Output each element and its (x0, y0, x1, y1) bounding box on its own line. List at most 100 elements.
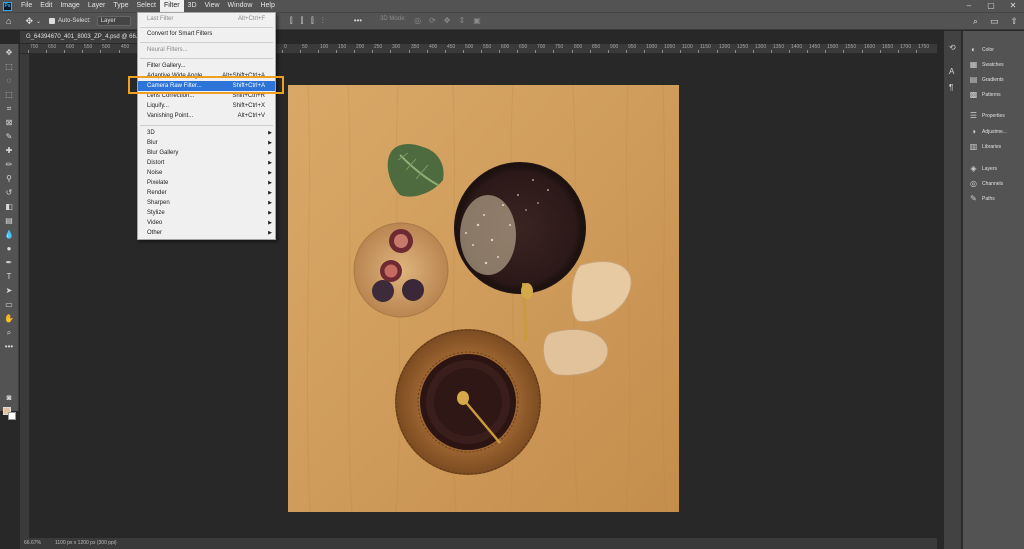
menu-item-label: Blur Gallery (147, 150, 179, 156)
minimize-icon[interactable]: – (958, 0, 980, 12)
menu-item-distort[interactable]: Distort ▶ (138, 158, 275, 168)
menu-select[interactable]: Select (133, 0, 160, 12)
menu-item-liquify[interactable]: Liquify... Shift+Ctrl+X (138, 101, 275, 111)
menu-item-blur[interactable]: Blur ▶ (138, 138, 275, 148)
menu-item-render[interactable]: Render ▶ (138, 188, 275, 198)
crop-tool-icon[interactable]: ⌗ (2, 103, 16, 114)
lasso-tool-icon[interactable]: ◌ (2, 75, 16, 86)
gradient-tool-icon[interactable]: ▤ (2, 215, 16, 226)
menu-item-stylize[interactable]: Stylize ▶ (138, 208, 275, 218)
menu-item-3d[interactable]: 3D ▶ (138, 128, 275, 138)
frame-tool-icon[interactable]: ⊠ (2, 117, 16, 128)
menu-item-pixelate[interactable]: Pixelate ▶ (138, 178, 275, 188)
wicker-charger-with-bowl (395, 329, 541, 475)
menu-file[interactable]: File (17, 0, 36, 12)
ruler-tick-label: 500 (102, 44, 111, 50)
menu-window[interactable]: Window (224, 0, 257, 12)
panel-layers[interactable]: ◈ Layers (969, 164, 997, 173)
ruler-tick-label: 900 (610, 44, 619, 50)
document-canvas[interactable] (288, 85, 679, 512)
zoom-level[interactable]: 66.67% (24, 538, 41, 549)
rectangle-tool-icon[interactable]: ▭ (2, 299, 16, 310)
auto-select-checkbox[interactable] (49, 18, 56, 24)
3d-scale-icon[interactable]: ▣ (473, 16, 481, 26)
character-icon[interactable]: A (949, 67, 954, 76)
home-icon[interactable]: ⌂ (6, 16, 11, 26)
quick-mask-icon[interactable]: ◙ (2, 392, 16, 403)
menu-item-last-filter[interactable]: Last Filter Alt+Ctrl+F (138, 14, 275, 24)
panel-label: Channels (982, 180, 1004, 187)
align-center-icon[interactable]: ⫿ (301, 16, 304, 26)
background-color-swatch[interactable] (8, 412, 16, 420)
workspace-icon[interactable]: ▭ (990, 16, 999, 27)
ruler-tick-mark (862, 50, 863, 53)
ruler-tick-label: 1600 (864, 44, 876, 50)
panel-channels[interactable]: ◎ Channels (969, 179, 1003, 188)
menu-view[interactable]: View (201, 0, 224, 12)
clone-stamp-icon[interactable]: ⚲ (2, 173, 16, 184)
share-icon[interactable]: ⇪ (1010, 16, 1018, 27)
menu-item-convert-smart-filters[interactable]: Convert for Smart Filters (138, 29, 275, 39)
menu-item-video[interactable]: Video ▶ (138, 218, 275, 228)
menu-image[interactable]: Image (56, 0, 83, 12)
type-tool-icon[interactable]: T (2, 271, 16, 282)
menu-help[interactable]: Help (256, 0, 278, 12)
pen-tool-icon[interactable]: ✒ (2, 257, 16, 268)
panel-gradients[interactable]: ▤ Gradients (969, 75, 1004, 84)
3d-roll-icon[interactable]: ⟳ (429, 16, 436, 26)
maximize-icon[interactable]: ▢ (980, 0, 1002, 12)
distribute-icon[interactable]: ⫶ (322, 16, 324, 26)
brush-tool-icon[interactable]: ✏ (2, 159, 16, 170)
eyedropper-tool-icon[interactable]: ✎ (2, 131, 16, 142)
healing-brush-icon[interactable]: ✚ (2, 145, 16, 156)
paths-icon: ✎ (970, 194, 977, 203)
menu-type[interactable]: Type (109, 0, 132, 12)
menu-item-neural-filters[interactable]: Neural Filters... (138, 45, 275, 55)
panel-label: Properties (982, 112, 1005, 119)
3d-pan-icon[interactable]: ✥ (444, 16, 451, 26)
menu-item-other[interactable]: Other ▶ (138, 228, 275, 238)
path-select-icon[interactable]: ➤ (2, 285, 16, 296)
panel-paths[interactable]: ✎ Paths (969, 194, 995, 203)
menu-edit[interactable]: Edit (36, 0, 56, 12)
panel-swatches[interactable]: ▦ Swatches (969, 60, 1004, 69)
panel-adjustments[interactable]: ◑ Adjustme... (969, 127, 1007, 136)
move-tool-icon[interactable]: ✥ (2, 47, 16, 58)
ruler-tick-mark (680, 50, 681, 53)
ruler-tick-label: 450 (447, 44, 456, 50)
eraser-tool-icon[interactable]: ◧ (2, 201, 16, 212)
object-select-tool-icon[interactable]: ⬚ (2, 89, 16, 100)
history-icon[interactable]: ⟲ (949, 43, 956, 52)
paragraph-icon[interactable]: ¶ (949, 83, 953, 92)
menu-item-sharpen[interactable]: Sharpen ▶ (138, 198, 275, 208)
chevron-down-icon[interactable]: ⌄ (36, 18, 41, 25)
document-tab[interactable]: G_64394670_401_8003_ZP_4.psd @ 66.7 (20, 31, 140, 43)
history-brush-icon[interactable]: ↺ (2, 187, 16, 198)
menu-item-noise[interactable]: Noise ▶ (138, 168, 275, 178)
menu-layer[interactable]: Layer (84, 0, 110, 12)
menu-item-vanishing-point[interactable]: Vanishing Point... Alt+Ctrl+V (138, 111, 275, 121)
hand-tool-icon[interactable]: ✋ (2, 313, 16, 324)
blur-tool-icon[interactable]: 💧 (2, 229, 16, 240)
panel-patterns[interactable]: ▩ Patterns (969, 90, 1001, 99)
align-right-icon[interactable]: ⫿ (311, 16, 314, 26)
layer-select[interactable]: Layer (96, 16, 131, 26)
menu-filter[interactable]: Filter (159, 0, 184, 12)
close-icon[interactable]: ✕ (1002, 0, 1024, 12)
align-left-icon[interactable]: ⫿ (290, 16, 293, 26)
zoom-tool-icon[interactable]: ⌕ (2, 327, 16, 338)
3d-orbit-icon[interactable]: ◎ (414, 16, 421, 26)
more-options-icon[interactable]: ••• (354, 16, 362, 26)
menu-item-blur-gallery[interactable]: Blur Gallery ▶ (138, 148, 275, 158)
move-tool-icon[interactable]: ✥ (25, 16, 33, 27)
panel-color[interactable]: ◐ Color (969, 45, 994, 54)
more-tools-icon[interactable]: ••• (2, 341, 16, 352)
menu-3d[interactable]: 3D (184, 0, 201, 12)
menu-item-filter-gallery[interactable]: Filter Gallery... (138, 61, 275, 71)
marquee-tool-icon[interactable]: ⬚ (2, 61, 16, 72)
panel-properties[interactable]: ☰ Properties (969, 111, 1005, 120)
panel-libraries[interactable]: ▥ Libraries (969, 142, 1001, 151)
3d-slide-icon[interactable]: ⇕ (459, 16, 466, 26)
dodge-tool-icon[interactable]: ● (2, 243, 16, 254)
search-icon[interactable]: ⌕ (973, 16, 978, 27)
